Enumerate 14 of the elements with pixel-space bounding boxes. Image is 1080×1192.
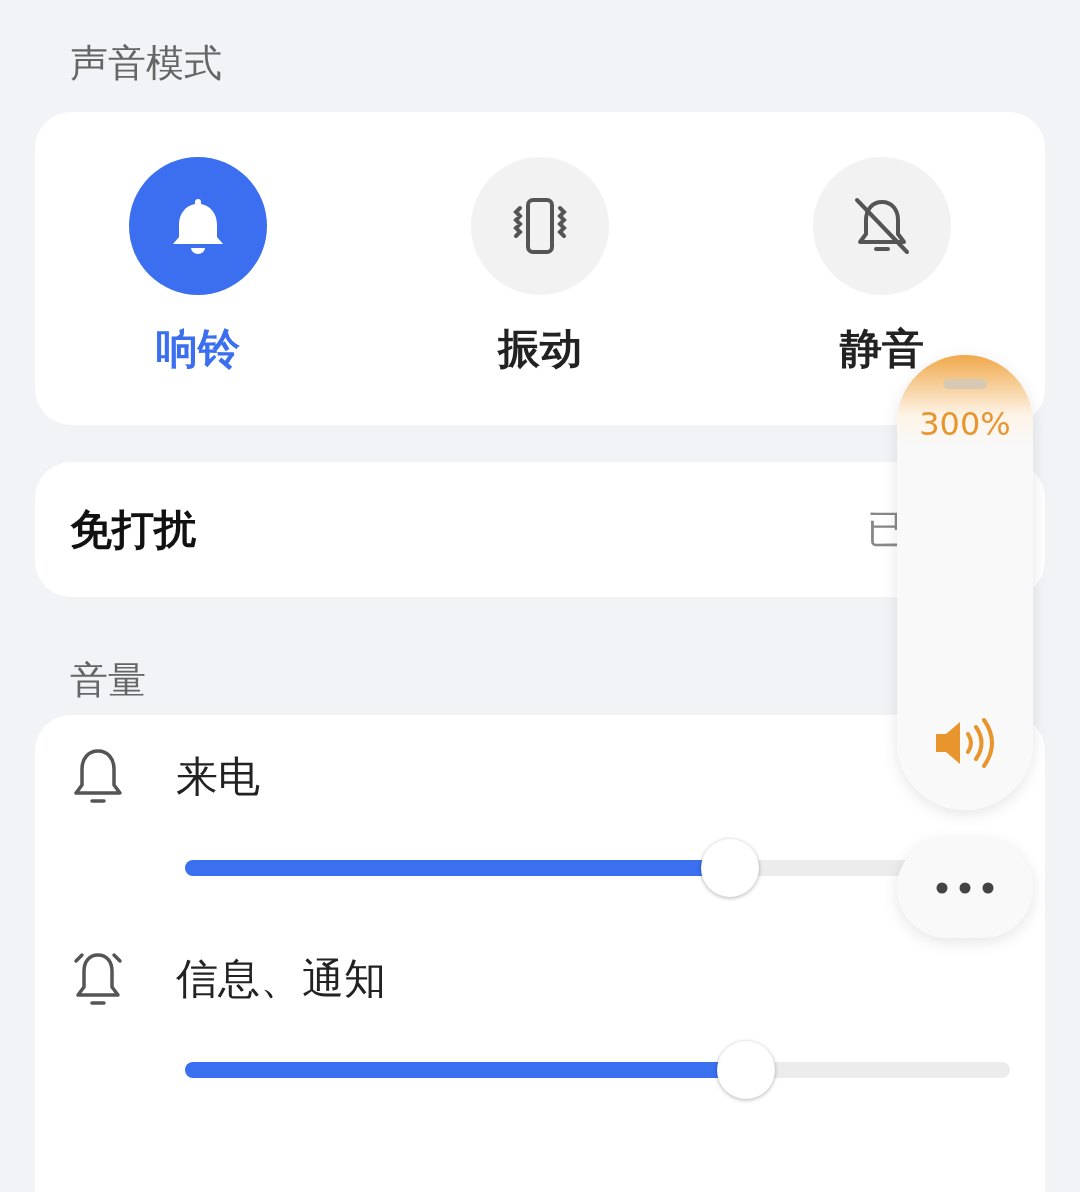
mode-label: 响铃: [156, 323, 240, 375]
section-heading: 声音模式: [69, 40, 223, 87]
slider-thumb[interactable]: [717, 1041, 775, 1099]
drag-handle[interactable]: [943, 379, 987, 389]
slider-thumb[interactable]: [700, 839, 759, 897]
volume-label: 信息、通知: [176, 953, 386, 1005]
section-heading: 音量: [69, 657, 147, 704]
setting-label: 免打扰: [70, 503, 196, 556]
volume-label: 来电: [176, 751, 260, 803]
volume-reading: 300%: [919, 405, 1011, 443]
mode-label: 振动: [498, 323, 582, 375]
volume-slider[interactable]: [185, 1041, 1010, 1099]
mode-label: 静音: [840, 323, 924, 375]
more-icon: [935, 881, 995, 895]
